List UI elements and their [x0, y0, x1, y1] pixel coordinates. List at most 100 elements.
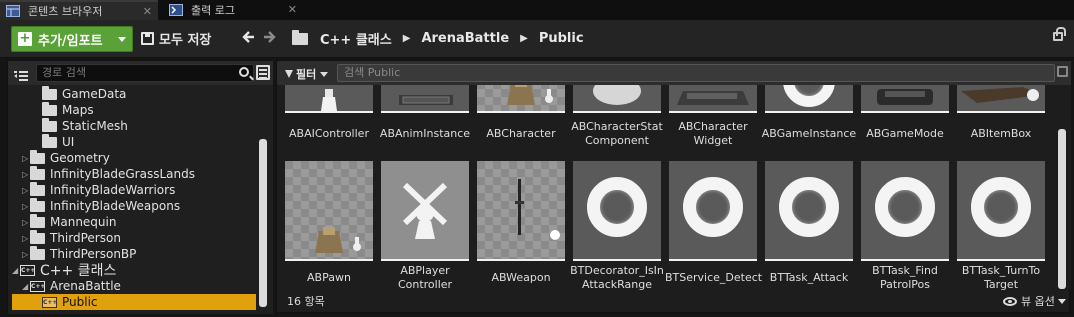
cpp-class-ring-icon [783, 85, 835, 107]
filter-row: 필터 검색 Public [277, 61, 1071, 85]
forward-arrow-icon[interactable] [262, 29, 276, 48]
cpp-class-ring-icon [587, 177, 647, 237]
add-import-button[interactable]: + 추가/임포트 [11, 26, 133, 52]
asset-tile[interactable]: BTTask_Find PatrolPos [861, 161, 949, 290]
asset-type-bar [765, 259, 853, 261]
cpp-class-folder-icon: C++ [42, 296, 58, 308]
dropdown-caret-icon [320, 71, 329, 77]
asset-tile[interactable]: BTTask_Attack [765, 161, 853, 290]
expand-arrow-icon[interactable]: ▷ [22, 154, 30, 163]
breadcrumb-separator-icon[interactable]: ▶ [403, 33, 411, 44]
asset-type-bar [669, 111, 757, 113]
expand-arrow-icon[interactable]: ▷ [22, 218, 30, 227]
widget-preview-icon [669, 85, 757, 113]
dropdown-caret-icon [118, 37, 126, 42]
asset-label: ABAIController [289, 127, 369, 140]
search-icon[interactable] [239, 67, 249, 77]
asset-label: BTService_Detect [665, 271, 763, 284]
tree-item[interactable]: ▷ InfinityBladeWeapons [8, 197, 258, 214]
expand-arrow-icon[interactable]: ▷ [22, 186, 30, 195]
back-arrow-icon[interactable] [242, 29, 256, 48]
asset-tile[interactable]: ABAnimInstance [380, 85, 470, 155]
tab-output-log-label: 출력 로그 [191, 4, 235, 17]
breadcrumb-item-public[interactable]: Public [539, 31, 584, 46]
expand-arrow-icon[interactable]: ▷ [22, 234, 30, 243]
asset-tile[interactable]: ABWeapon [477, 161, 565, 290]
tree-scrollbar[interactable] [259, 139, 267, 307]
save-disk-icon [141, 32, 154, 45]
folder-icon [42, 133, 57, 148]
tree-item[interactable]: ▷ ThirdPerson [8, 229, 258, 246]
path-search-input[interactable]: 경로 검색 [36, 64, 254, 82]
asset-thumbnail [669, 85, 757, 113]
expand-arrow-icon[interactable]: ▷ [22, 202, 30, 211]
asset-type-bar [573, 111, 661, 113]
asset-tile[interactable]: ABItemBox [957, 85, 1045, 155]
asset-panel: 필터 검색 Public ABAIController ABAnimInstanc… [276, 60, 1071, 313]
asset-thumbnail [381, 85, 469, 113]
tree-item[interactable]: ▷ Geometry [8, 149, 258, 166]
sources-toggle-icon[interactable] [14, 67, 28, 81]
asset-type-bar [957, 111, 1045, 113]
tree-item[interactable]: StaticMesh [8, 117, 258, 134]
save-all-button[interactable]: 모두 저장 [141, 29, 211, 48]
tree-item[interactable]: ▷ Mannequin [8, 213, 258, 230]
tree-item[interactable]: C++ Public [12, 294, 256, 310]
tree-item[interactable]: ◢ C++ C++ 클래스 [8, 262, 258, 279]
asset-label: BTTask_TurnTo Target [961, 264, 1041, 290]
expand-arrow-icon[interactable]: ▷ [22, 250, 30, 259]
tree-item[interactable]: ▷ InfinityBladeGrassLands [8, 165, 258, 182]
asset-tile[interactable]: ABAIController [285, 85, 373, 155]
breadcrumb-item-cpp-classes[interactable]: C++ 클래스 [320, 29, 392, 48]
breadcrumb-separator-icon[interactable]: ▶ [520, 33, 528, 44]
tab-output-log[interactable]: 출력 로그 ✕ [163, 0, 303, 20]
tab-content-browser[interactable]: 콘텐츠 브라우저 ✕ [0, 0, 158, 20]
asset-tile[interactable]: ABCharacter Widget [669, 85, 757, 155]
view-options-icon[interactable] [256, 65, 270, 80]
tree-item[interactable]: Maps [8, 101, 258, 118]
gamemode-preview-icon [861, 85, 949, 113]
tree-item[interactable]: UI [8, 133, 258, 150]
filter-button[interactable]: 필터 [285, 66, 329, 82]
tree-item[interactable]: GameData [8, 85, 258, 102]
asset-search-placeholder: 검색 Public [344, 66, 401, 79]
asset-tile[interactable]: ABGameMode [861, 85, 949, 155]
asset-thumbnail [765, 85, 853, 113]
folder-icon [42, 117, 57, 132]
asset-tile[interactable]: ABGameInstance [762, 85, 856, 155]
view-options-button[interactable]: 뷰 옵션 [1003, 293, 1066, 309]
asset-tile[interactable]: ABCharacter [477, 85, 565, 155]
asset-tile[interactable]: ABPawn [285, 161, 373, 290]
tree-item-label: ThirdPersonBP [50, 247, 137, 261]
asset-type-bar [861, 259, 949, 261]
asset-tile[interactable]: ABCharacterStat Component [571, 85, 663, 155]
cpp-class-ring-icon [683, 177, 743, 237]
close-icon[interactable]: ✕ [143, 5, 152, 18]
character-preview-icon [477, 85, 565, 111]
tree-item-label: Public [62, 295, 98, 309]
asset-label: ABItemBox [970, 127, 1032, 140]
toolbar: + 추가/임포트 모두 저장 C++ 클래스 ▶ ArenaBattle ▶ P… [0, 20, 1074, 58]
asset-search-input[interactable]: 검색 Public [337, 64, 1055, 82]
asset-label: BTTask_Attack [769, 271, 849, 284]
lock-icon[interactable] [1053, 27, 1066, 41]
asset-thumbnail [477, 161, 565, 261]
asset-tile[interactable]: BTDecorator_IsIn AttackRange [570, 161, 664, 290]
asset-grid-scrollbar[interactable] [1058, 129, 1066, 289]
asset-tile[interactable]: BTService_Detect [665, 161, 762, 290]
expand-arrow-icon[interactable]: ◢ [12, 266, 20, 275]
asset-tile[interactable]: ABPlayer Controller [381, 161, 469, 290]
asset-tile[interactable]: BTTask_TurnTo Target [957, 161, 1045, 290]
folder-icon [30, 149, 45, 164]
tab-bar: 콘텐츠 브라우저 ✕ 출력 로그 ✕ [0, 0, 1074, 20]
asset-type-bar [381, 259, 469, 261]
breadcrumb-item-arenabattle[interactable]: ArenaBattle [421, 31, 509, 46]
close-icon[interactable]: ✕ [288, 3, 297, 16]
tree-item-label: UI [62, 135, 75, 149]
save-search-icon[interactable] [1057, 66, 1068, 77]
tree-item[interactable]: ◢ C++ ArenaBattle [8, 278, 258, 294]
folder-icon [30, 197, 45, 212]
expand-arrow-icon[interactable]: ▷ [22, 170, 30, 179]
tree-item[interactable]: ▷ InfinityBladeWarriors [8, 181, 258, 198]
expand-arrow-icon[interactable]: ◢ [22, 282, 30, 291]
